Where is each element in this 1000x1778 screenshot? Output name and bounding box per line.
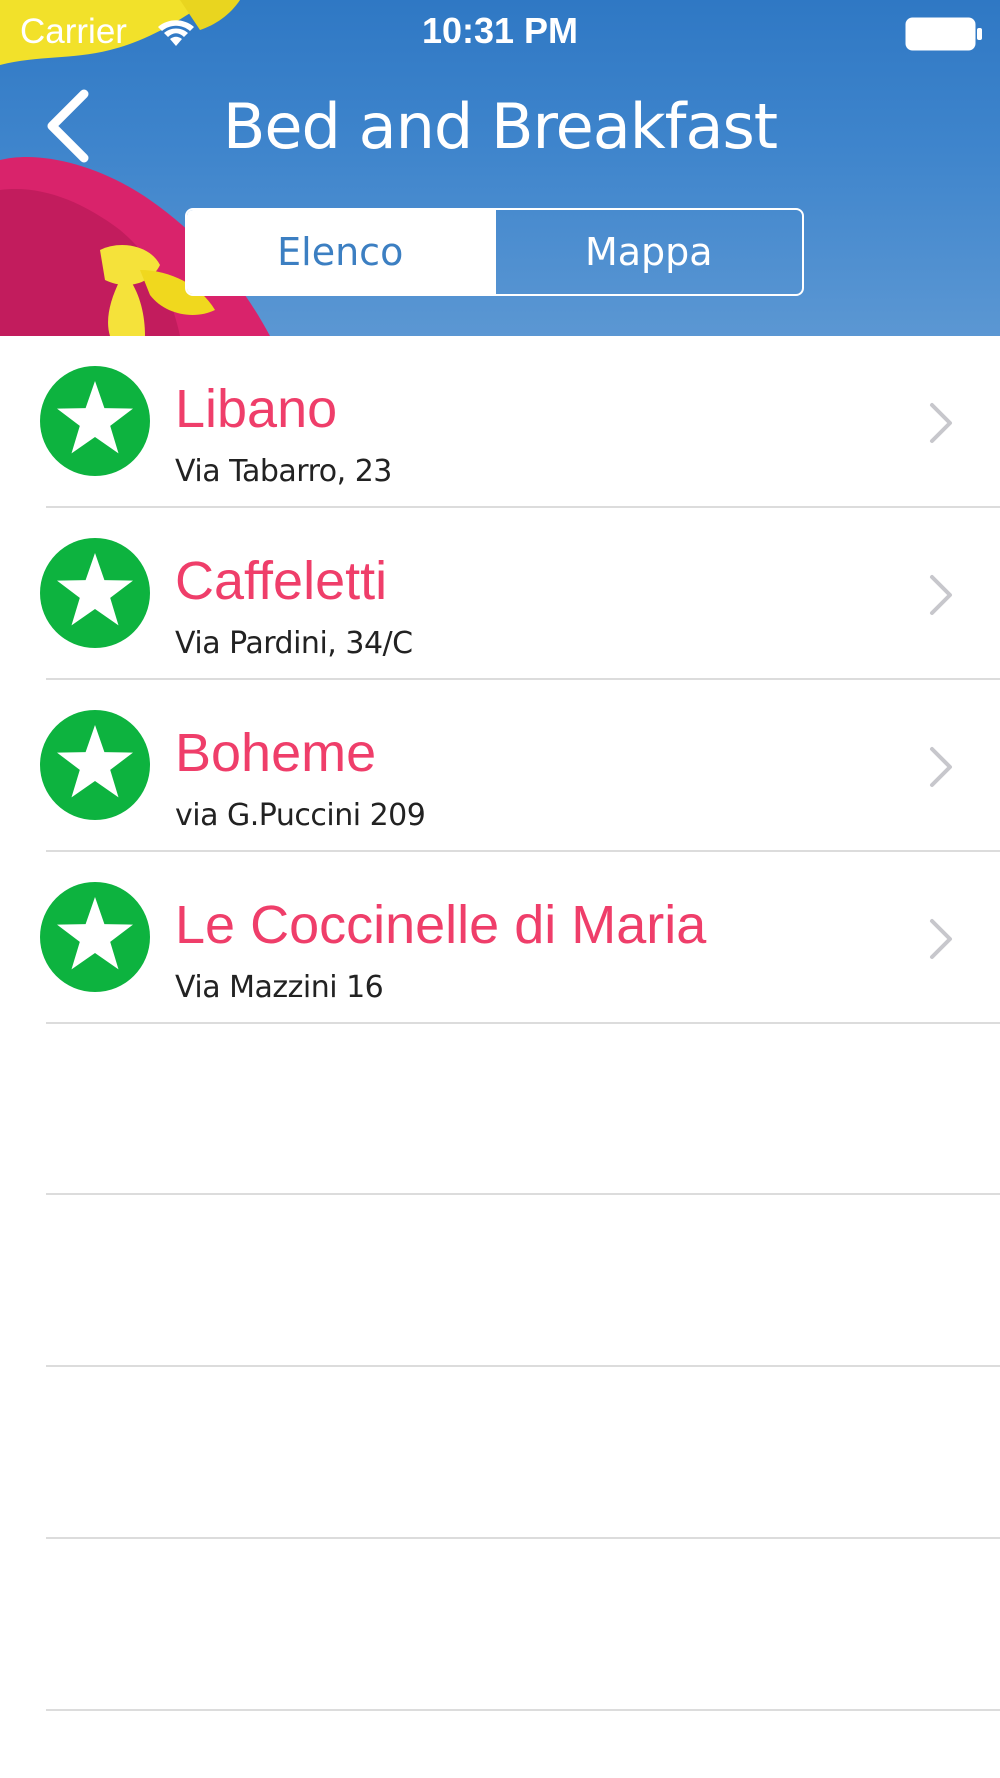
chevron-right-icon (930, 919, 952, 959)
item-title: Boheme (175, 723, 377, 783)
list-item[interactable]: Boheme via G.Puccini 209 (0, 680, 1000, 852)
header-banner: Carrier 10:31 PM Bed and Breakfast Elenc… (0, 0, 1000, 336)
list-item[interactable]: Libano Via Tabarro, 23 (0, 336, 1000, 508)
empty-row-divider (46, 1193, 1000, 1195)
empty-row-divider (46, 1365, 1000, 1367)
screen: Carrier 10:31 PM Bed and Breakfast Elenc… (0, 0, 1000, 1778)
list-item[interactable]: Le Coccinelle di Maria Via Mazzini 16 (0, 852, 1000, 1024)
segment-elenco[interactable]: Elenco (187, 210, 494, 294)
star-icon (40, 366, 150, 476)
item-address: Via Tabarro, 23 (175, 454, 392, 489)
chevron-right-icon (930, 747, 952, 787)
item-address: Via Mazzini 16 (175, 970, 384, 1005)
segmented-control: Elenco Mappa (185, 208, 804, 296)
item-address: via G.Puccini 209 (175, 798, 426, 833)
empty-row-divider (46, 1709, 1000, 1711)
chevron-right-icon (930, 403, 952, 443)
chevron-right-icon (930, 575, 952, 615)
item-title: Libano (175, 379, 338, 439)
item-title: Le Coccinelle di Maria (175, 895, 707, 955)
status-bar: Carrier 10:31 PM (0, 0, 1000, 66)
row-divider (46, 1022, 1000, 1024)
page-title: Bed and Breakfast (222, 90, 778, 163)
segment-mappa[interactable]: Mappa (493, 210, 803, 294)
item-title: Caffeletti (175, 551, 388, 611)
battery-icon (905, 17, 982, 51)
status-time: 10:31 PM (421, 10, 579, 51)
item-address: Via Pardini, 34/C (175, 626, 413, 661)
bnb-list: Libano Via Tabarro, 23 Caffeletti Via Pa… (0, 336, 1000, 1024)
star-icon (40, 538, 150, 648)
list-item[interactable]: Caffeletti Via Pardini, 34/C (0, 508, 1000, 680)
star-icon (40, 882, 150, 992)
star-icon (40, 710, 150, 820)
empty-row-divider (46, 1537, 1000, 1539)
